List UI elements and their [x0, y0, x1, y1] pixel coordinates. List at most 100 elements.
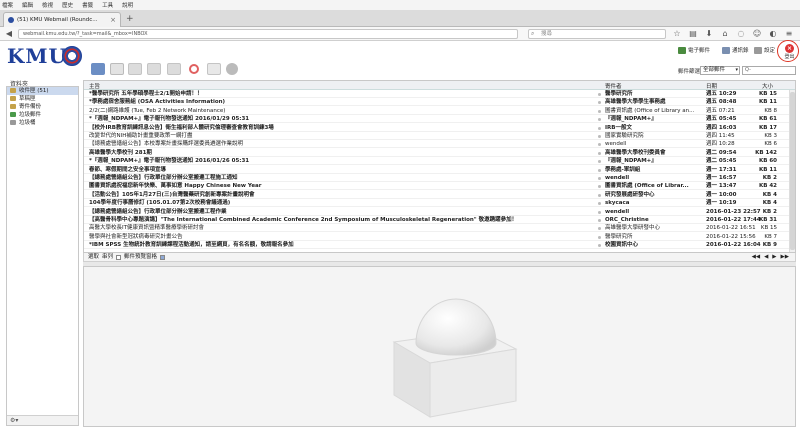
- url-bar[interactable]: webmail.kmu.edu.tw/?_task=mail&_mbox=INB…: [18, 29, 518, 39]
- forward-icon[interactable]: [167, 63, 181, 75]
- status-dot-icon[interactable]: [598, 160, 601, 164]
- new-tab-icon[interactable]: +: [126, 15, 134, 24]
- message-sender: 國家實驗研究院: [605, 133, 644, 139]
- bookmarks-icon[interactable]: ▤: [688, 29, 698, 39]
- table-row[interactable]: 【高醫骨科學中心專題演講】"The International Combined…: [84, 216, 795, 224]
- reply-all-icon[interactable]: [147, 63, 161, 75]
- message-sender: 醫學研究所: [605, 233, 633, 240]
- table-row[interactable]: 【活動公告】105年1月27日(三)台灣醫藥研究創新專案計畫說明會 研究發展處研發…: [84, 191, 795, 199]
- table-row[interactable]: 【總務處營繕組公告】本校專案計畫採購評選委員遴選作業說明 wendell 週四 10…: [84, 140, 795, 149]
- table-row[interactable]: 高醫大學校長IT健康資訊暨精準醫療學術研討會 高雄醫學大學研發中心 2016-01-…: [84, 224, 795, 233]
- table-row[interactable]: *學務處宿舍服務組 (OSA Activities Information) 高雄…: [84, 98, 795, 107]
- more-actions-gear-icon[interactable]: [226, 63, 238, 75]
- menu-item[interactable]: 編輯: [22, 1, 33, 9]
- status-dot-icon[interactable]: [598, 143, 601, 147]
- status-dot-icon[interactable]: [598, 109, 601, 113]
- select-label[interactable]: 選取: [88, 253, 99, 261]
- folder-trash[interactable]: 垃圾桶: [7, 119, 78, 127]
- print-icon[interactable]: [207, 63, 221, 75]
- close-tab-icon[interactable]: ×: [110, 16, 116, 24]
- folder-drafts[interactable]: 草稿匣: [7, 95, 78, 103]
- message-sender: skycaca: [605, 200, 630, 207]
- preview-checkbox[interactable]: [116, 254, 122, 260]
- menu-item[interactable]: 歷史: [62, 1, 73, 9]
- share-icon[interactable]: ☺: [752, 29, 762, 39]
- table-row[interactable]: 【總務處營繕組公告】行政單位部分辦公室搬遷工程施工通知 wendell 週一 16:…: [84, 174, 795, 182]
- status-dot-icon[interactable]: [598, 185, 601, 189]
- message-sender: wendell: [605, 141, 627, 148]
- list-scrollbar[interactable]: [789, 90, 795, 252]
- reply-icon[interactable]: [128, 63, 142, 75]
- message-subject: 【校外IRB教育訓練訊息公告】衛生福利部人體研究倫理審查會教育訓練3場: [89, 124, 274, 131]
- folder-junk[interactable]: 垃圾郵件: [7, 111, 78, 119]
- status-dot-icon[interactable]: [598, 93, 601, 96]
- status-dot-icon[interactable]: [598, 168, 601, 172]
- message-subject: 醫學與社會新型冠狀病毒研究計畫公告: [89, 233, 183, 240]
- logout-button[interactable]: × 登出: [777, 40, 799, 63]
- column-subject[interactable]: 主旨: [89, 82, 100, 90]
- status-dot-icon[interactable]: [598, 151, 601, 155]
- preview-toggle-icon[interactable]: [160, 254, 166, 260]
- check-mail-icon[interactable]: [91, 63, 105, 75]
- table-row[interactable]: 104學年度行事曆修訂 (105.01.07第2次校務會議通過) skycaca 週…: [84, 199, 795, 208]
- status-dot-icon[interactable]: [598, 235, 601, 239]
- menu-item[interactable]: 說明: [122, 1, 133, 9]
- compose-link[interactable]: 電子郵件: [678, 46, 710, 54]
- addon-icon[interactable]: ◐: [768, 29, 778, 39]
- compose-icon[interactable]: [110, 63, 124, 75]
- table-row[interactable]: 改變世代的NIH補助計畫重要政策一網打盡 國家實驗研究院 週四 11:45 3 KB: [84, 132, 795, 140]
- browser-search-input[interactable]: ⌕ 搜尋: [528, 29, 666, 39]
- download-icon[interactable]: ⬇: [704, 29, 714, 39]
- table-row[interactable]: 高雄醫學大學校刊 281期 高雄醫學大學校刊委員會 週二 09:54 142 KB: [84, 149, 795, 157]
- column-date[interactable]: 日期: [706, 82, 717, 90]
- table-row[interactable]: 醫學與社會新型冠狀病毒研究計畫公告 醫學研究所 2016-01-22 15:56 7 …: [84, 233, 795, 241]
- folder-sent[interactable]: 寄件備份: [7, 103, 78, 111]
- menu-item[interactable]: 檢視: [42, 1, 53, 9]
- status-dot-icon[interactable]: [598, 118, 601, 122]
- menu-item[interactable]: 工具: [102, 1, 113, 9]
- status-dot-icon[interactable]: [598, 193, 601, 197]
- status-dot-icon[interactable]: [598, 177, 601, 180]
- thread-label[interactable]: 串列: [102, 253, 113, 261]
- table-row[interactable]: 春節、寒假期間之安全事項宣導 學務處-軍訓組 週一 17:31 11 KB: [84, 166, 795, 174]
- hamburger-menu-icon[interactable]: ≡: [784, 29, 794, 39]
- home-icon[interactable]: ⌂: [720, 29, 730, 39]
- message-subject: 高醫大學校長IT健康資訊暨精準醫療學術研討會: [89, 225, 204, 232]
- table-row[interactable]: 【校外IRB教育訓練訊息公告】衛生福利部人體研究倫理審查會教育訓練3場 IRB一般…: [84, 124, 795, 132]
- pocket-icon[interactable]: ◌: [736, 29, 746, 39]
- table-row[interactable]: *『週報_NDPAM+』電子報刊物發送通知 2016/01/26 05:31 『週…: [84, 157, 795, 166]
- column-from[interactable]: 寄件者: [605, 82, 622, 90]
- back-icon[interactable]: ◀: [4, 29, 14, 39]
- menu-item[interactable]: 書籤: [82, 1, 93, 9]
- browser-tab[interactable]: (51) KMU Webmail (Roundc... ×: [3, 12, 121, 27]
- folder-inbox[interactable]: 收件匣 (51): [7, 87, 78, 95]
- table-row[interactable]: 2/2(二)網路維護 (Tue, Feb 2 Network Maintenan…: [84, 107, 795, 115]
- status-dot-icon[interactable]: [598, 202, 601, 206]
- addressbook-link[interactable]: 通訊錄: [722, 46, 749, 54]
- table-row[interactable]: *醫學研究所 五年學碩學程士2/1開始申請！！ 醫學研究所 週五 10:29 15 K…: [84, 90, 795, 98]
- status-dot-icon[interactable]: [598, 101, 601, 105]
- table-row[interactable]: *IBM SPSS 生物統計教育訓練課程活動通知，請至網頁，有名名額，敬請報名參…: [84, 241, 795, 250]
- first-page-icon[interactable]: ◀◀: [752, 253, 760, 261]
- next-page-icon[interactable]: ▶: [772, 253, 776, 261]
- table-row[interactable]: 【總務處營繕組公告】行政單位部分辦公室搬遷工程作業 wendell 2016-01-…: [84, 208, 795, 216]
- status-dot-icon[interactable]: [598, 135, 601, 138]
- mail-search-input[interactable]: Q-: [742, 66, 796, 75]
- status-dot-icon[interactable]: [598, 227, 601, 231]
- star-icon[interactable]: ☆: [672, 29, 682, 39]
- column-size[interactable]: 大小: [762, 82, 773, 90]
- table-row[interactable]: 圖書資訊處祝福您新年快樂、萬事如意 Happy Chinese New Year…: [84, 182, 795, 191]
- message-sender: 高雄醫學大學校刊委員會: [605, 149, 666, 156]
- filter-select[interactable]: 全部郵件 ▾: [700, 66, 740, 75]
- last-page-icon[interactable]: ▶▶: [781, 253, 789, 261]
- settings-link[interactable]: 設定: [754, 46, 775, 54]
- delete-icon[interactable]: [189, 64, 199, 74]
- prev-page-icon[interactable]: ◀: [764, 253, 768, 261]
- menu-item[interactable]: 檔案: [2, 1, 13, 9]
- status-dot-icon[interactable]: [598, 126, 601, 130]
- status-dot-icon[interactable]: [598, 210, 601, 214]
- status-dot-icon[interactable]: [598, 219, 601, 222]
- status-dot-icon[interactable]: [598, 244, 601, 248]
- table-row[interactable]: *『週報_NDPAM+』電子報刊物發送通知 2016/01/29 05:31 『週…: [84, 115, 795, 124]
- folder-actions-gear-icon[interactable]: ⚙▾: [7, 415, 78, 425]
